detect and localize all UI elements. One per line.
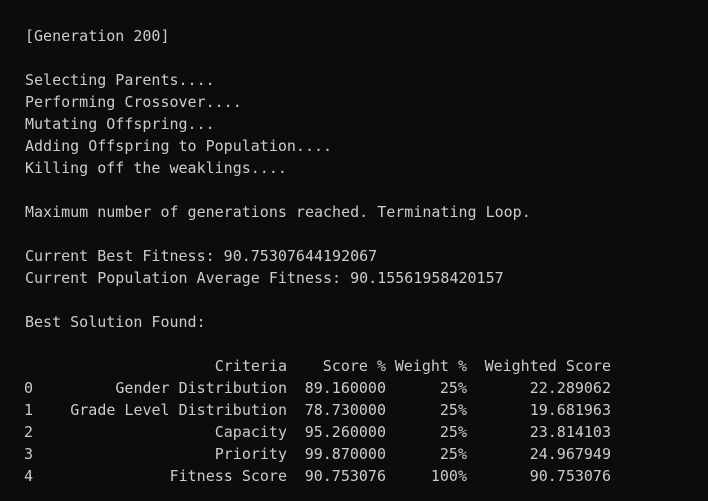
row-index: 1 (24, 401, 34, 419)
row-score: 99.870000 (304, 445, 386, 463)
row-score: 95.260000 (304, 423, 386, 441)
table-index-header (24, 355, 42, 377)
row-weighted-score: 23.814103 (529, 423, 611, 441)
row-weighted-score: 22.289062 (529, 379, 611, 397)
row-weighted-score: 24.967949 (529, 445, 611, 463)
column-header-weight: Weight % (394, 357, 467, 375)
row-index: 3 (24, 445, 34, 463)
column-header-criteria: Criteria (214, 357, 287, 375)
best-fitness-line: Current Best Fitness: 90.75307644192067 (25, 247, 378, 265)
solution-table: Criteria Score % Weight % Weighted Score… (24, 355, 611, 487)
table-row: 2 Capacity 95.260000 25% 23.814103 (24, 421, 611, 443)
row-weight: 25% (439, 445, 467, 463)
terminal-output: [Generation 200] Selecting Parents.... P… (24, 25, 695, 487)
step-line: Selecting Parents.... (25, 71, 215, 89)
row-criteria: Gender Distribution (115, 379, 287, 397)
step-line: Mutating Offspring... (25, 115, 215, 133)
row-weighted-score: 90.753076 (529, 467, 611, 485)
table-row: 3 Priority 99.870000 25% 24.967949 (24, 443, 611, 465)
row-weight: 25% (439, 423, 467, 441)
table-row: 0 Gender Distribution 89.160000 25% 22.2… (24, 377, 611, 399)
avg-fitness-line: Current Population Average Fitness: 90.1… (25, 269, 504, 287)
table-header-row: Criteria Score % Weight % Weighted Score (24, 355, 611, 377)
row-score: 89.160000 (304, 379, 386, 397)
generation-line: [Generation 200] (25, 27, 170, 45)
step-line: Adding Offspring to Population.... (25, 137, 333, 155)
row-weight: 25% (439, 379, 467, 397)
column-header-score: Score % (322, 357, 386, 375)
row-weighted-score: 19.681963 (529, 401, 611, 419)
table-row: 1 Grade Level Distribution 78.730000 25%… (24, 399, 611, 421)
termination-line: Maximum number of generations reached. T… (25, 203, 531, 221)
row-score: 90.753076 (304, 467, 386, 485)
row-weight: 25% (439, 401, 467, 419)
row-index: 0 (24, 379, 34, 397)
row-criteria: Fitness Score (169, 467, 287, 485)
row-index: 2 (24, 423, 34, 441)
step-line: Killing off the weaklings.... (25, 159, 287, 177)
row-score: 78.730000 (304, 401, 386, 419)
row-weight: 100% (430, 467, 467, 485)
row-criteria: Priority (214, 445, 287, 463)
solution-heading: Best Solution Found: (25, 313, 206, 331)
column-header-weighted-score: Weighted Score (484, 357, 611, 375)
row-index: 4 (24, 467, 34, 485)
row-criteria: Grade Level Distribution (70, 401, 287, 419)
table-row: 4 Fitness Score 90.753076 100% 90.753076 (24, 465, 611, 487)
row-criteria: Capacity (214, 423, 287, 441)
step-line: Performing Crossover.... (25, 93, 242, 111)
